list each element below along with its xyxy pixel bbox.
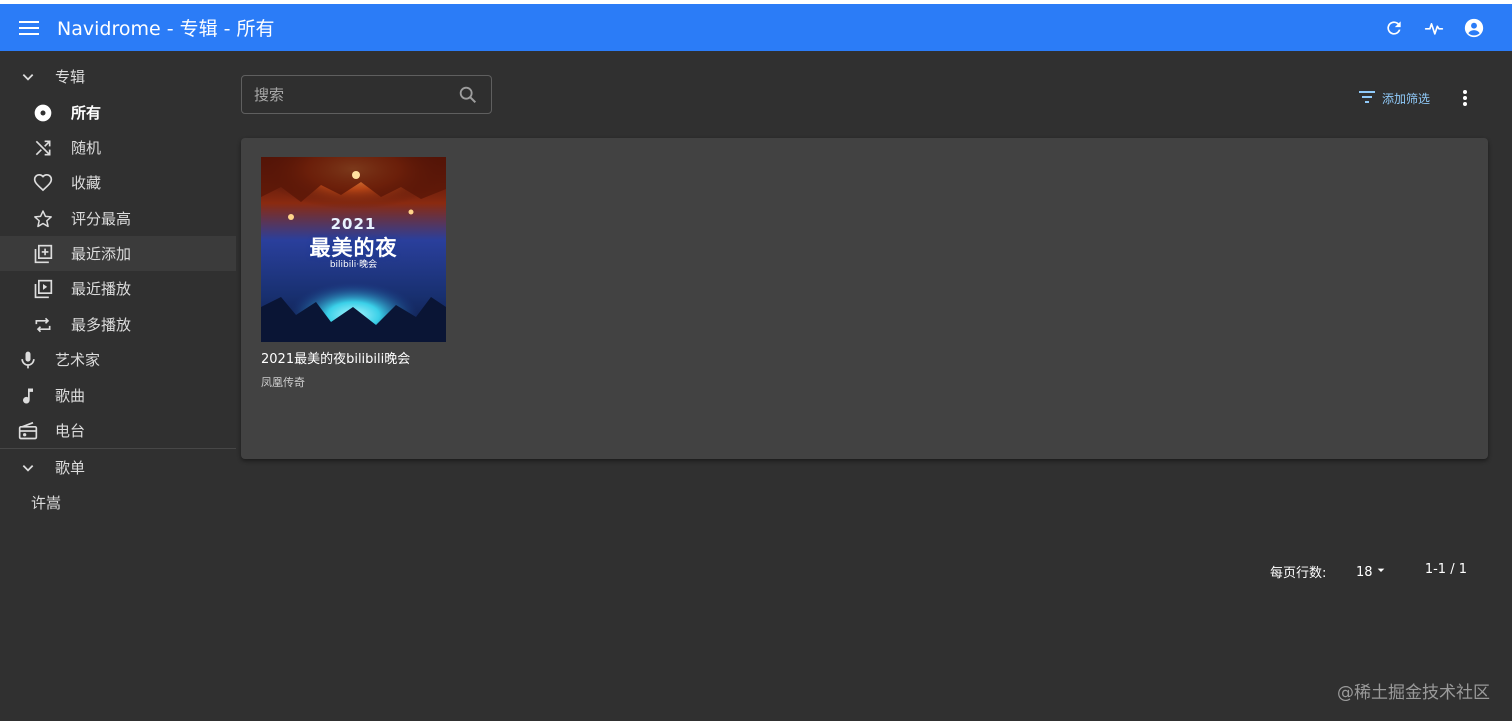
sidebar-item-radio[interactable]: 电台 bbox=[0, 413, 236, 448]
search-field[interactable] bbox=[241, 75, 492, 114]
library-add-icon bbox=[31, 242, 55, 266]
sidebar-item-label: 最近播放 bbox=[71, 280, 132, 298]
rows-per-page-label: 每页行数: bbox=[1270, 566, 1327, 581]
album-grid-card: 2021 最美的夜 bilibili·晚会 2021最美的夜bilibili晚会… bbox=[241, 138, 1488, 581]
sidebar-item-label: 评分最高 bbox=[71, 210, 132, 228]
sidebar-item-artists[interactable]: 艺术家 bbox=[0, 342, 236, 377]
album-title[interactable]: 2021最美的夜bilibili晚会 bbox=[261, 348, 446, 367]
sidebar-item-most-played[interactable]: 最多播放 bbox=[0, 307, 236, 342]
chevron-down-icon bbox=[16, 65, 40, 89]
rows-per-page-value: 18 bbox=[1356, 564, 1373, 580]
app-bar: Navidrome - 专辑 - 所有 bbox=[0, 4, 1512, 51]
sidebar-item-recently-played[interactable]: 最近播放 bbox=[0, 271, 236, 306]
album-tile[interactable]: 2021 最美的夜 bilibili·晚会 2021最美的夜bilibili晚会… bbox=[261, 157, 446, 390]
sidebar-item-recently-added[interactable]: 最近添加 bbox=[0, 236, 236, 271]
sidebar-item-label: 随机 bbox=[71, 139, 102, 157]
add-filter-label: 添加筛选 bbox=[1382, 91, 1431, 106]
rows-per-page-select[interactable]: 18 bbox=[1356, 562, 1389, 582]
page-title: Navidrome - 专辑 - 所有 bbox=[57, 18, 275, 40]
activity-icon[interactable] bbox=[1422, 16, 1446, 40]
radio-icon bbox=[16, 419, 40, 443]
watermark: @稀土掘金技术社区 bbox=[1337, 683, 1490, 703]
album-artist[interactable]: 凤凰传奇 bbox=[261, 374, 446, 390]
filter-icon bbox=[1358, 89, 1376, 108]
sidebar-item-label: 所有 bbox=[71, 104, 102, 122]
search-icon[interactable] bbox=[457, 84, 479, 106]
sidebar-divider bbox=[0, 448, 236, 449]
sidebar-item-label: 艺术家 bbox=[55, 351, 101, 369]
sidebar-group-label: 专辑 bbox=[55, 68, 86, 86]
heart-icon bbox=[31, 171, 55, 195]
search-input[interactable] bbox=[254, 84, 444, 106]
sidebar-group-playlists[interactable]: 歌单 bbox=[0, 450, 236, 485]
chevron-down-icon bbox=[16, 456, 40, 480]
sidebar-item-random[interactable]: 随机 bbox=[0, 130, 236, 165]
pagination: 每页行数: 18 1-1 / 1 bbox=[1241, 562, 1469, 582]
sidebar-item-playlist[interactable]: 许嵩 bbox=[0, 485, 236, 520]
sidebar: 专辑 所有 随机 收藏 评分最高 最近添加 最近播放 最多播放 艺术家 歌曲 电… bbox=[0, 51, 236, 721]
sidebar-item-label: 歌曲 bbox=[55, 387, 86, 405]
add-filter-button[interactable]: 添加筛选 bbox=[1358, 88, 1430, 108]
sidebar-item-top-rated[interactable]: 评分最高 bbox=[0, 201, 236, 236]
mic-icon bbox=[16, 348, 40, 372]
sidebar-item-favorites[interactable]: 收藏 bbox=[0, 165, 236, 200]
sidebar-item-label: 电台 bbox=[55, 422, 86, 440]
album-cover[interactable]: 2021 最美的夜 bilibili·晚会 bbox=[261, 157, 446, 342]
sidebar-item-label: 最近添加 bbox=[71, 245, 132, 263]
menu-icon[interactable] bbox=[17, 16, 41, 40]
shuffle-icon bbox=[31, 136, 55, 160]
cover-year-text: 2021 bbox=[330, 215, 377, 233]
refresh-icon[interactable] bbox=[1382, 16, 1406, 40]
cover-subtitle-text: bilibili·晚会 bbox=[329, 260, 378, 270]
sidebar-item-label: 最多播放 bbox=[71, 316, 132, 334]
playlist-label: 许嵩 bbox=[31, 494, 62, 512]
sidebar-item-songs[interactable]: 歌曲 bbox=[0, 378, 236, 413]
star-icon bbox=[31, 207, 55, 231]
sidebar-group-albums[interactable]: 专辑 bbox=[0, 59, 236, 94]
account-icon[interactable] bbox=[1462, 16, 1486, 40]
sidebar-item-label: 收藏 bbox=[71, 174, 102, 192]
repeat-icon bbox=[31, 313, 55, 337]
sidebar-group-label: 歌单 bbox=[55, 459, 86, 477]
sidebar-item-all[interactable]: 所有 bbox=[0, 95, 236, 130]
more-options-icon[interactable] bbox=[1454, 87, 1476, 109]
pagination-range: 1-1 / 1 bbox=[1424, 562, 1467, 577]
video-library-icon bbox=[31, 277, 55, 301]
arrow-drop-down-icon bbox=[1373, 562, 1389, 582]
music-note-icon bbox=[16, 384, 40, 408]
album-disc-icon bbox=[31, 101, 55, 125]
